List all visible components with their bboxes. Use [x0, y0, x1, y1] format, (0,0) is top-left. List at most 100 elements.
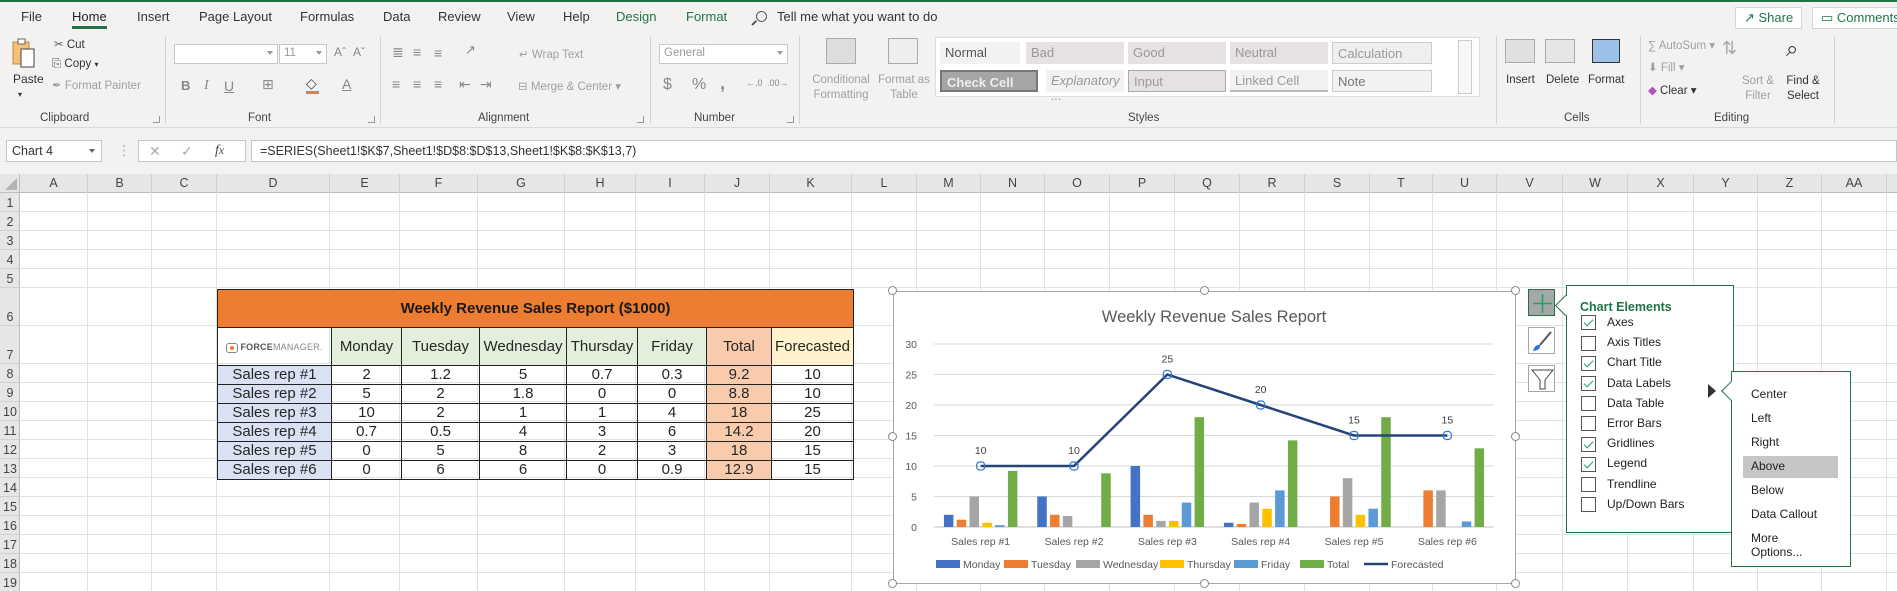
- report-title[interactable]: Weekly Revenue Sales Report ($1000): [217, 289, 854, 328]
- column-header-w[interactable]: W: [1563, 174, 1628, 193]
- column-header-j[interactable]: J: [705, 174, 770, 193]
- value-cell-tuesday[interactable]: 0.5: [401, 422, 480, 442]
- column-header-x[interactable]: X: [1628, 174, 1694, 193]
- column-header-n[interactable]: N: [981, 174, 1045, 193]
- align-bottom-icon[interactable]: ≡: [434, 45, 442, 61]
- checkbox-icon[interactable]: [1581, 497, 1596, 513]
- copy-button[interactable]: ⎘ Copy ▾: [52, 58, 98, 71]
- align-top-icon[interactable]: ≣: [392, 44, 404, 61]
- tab-view[interactable]: View: [507, 9, 535, 24]
- checkbox-icon[interactable]: [1581, 335, 1596, 351]
- percent-button[interactable]: %: [692, 76, 706, 94]
- value-cell-thursday[interactable]: 1: [566, 403, 638, 423]
- column-header-d[interactable]: D: [217, 174, 330, 193]
- clear-button[interactable]: ◆ Clear ▾: [1648, 83, 1697, 97]
- row-header-15[interactable]: 15: [0, 497, 20, 516]
- row-header-18[interactable]: 18: [0, 554, 20, 573]
- resize-handle[interactable]: [1511, 286, 1520, 295]
- value-cell-forecasted[interactable]: 20: [771, 422, 854, 442]
- row-header-9[interactable]: 9: [0, 383, 20, 402]
- value-cell-forecasted[interactable]: 10: [771, 384, 854, 404]
- data-label-option-below[interactable]: Below: [1743, 480, 1838, 502]
- delete-cells-button[interactable]: Delete: [1546, 74, 1579, 86]
- value-cell-monday[interactable]: 0.7: [331, 422, 402, 442]
- paste-button[interactable]: [12, 38, 36, 68]
- align-middle-icon[interactable]: ≡: [413, 44, 421, 60]
- conditional-formatting-button[interactable]: Conditional Formatting: [808, 73, 874, 103]
- value-cell-monday[interactable]: 10: [331, 403, 402, 423]
- share-button[interactable]: ↗ Share: [1735, 7, 1803, 29]
- font-launcher-icon[interactable]: [368, 116, 375, 123]
- checkbox-icon[interactable]: [1581, 416, 1596, 432]
- value-cell-tuesday[interactable]: 1.2: [401, 365, 480, 385]
- column-header-m[interactable]: M: [917, 174, 981, 193]
- column-header-t[interactable]: T: [1370, 174, 1433, 193]
- row-header-13[interactable]: 13: [0, 459, 20, 478]
- resize-handle[interactable]: [888, 286, 897, 295]
- resize-handle[interactable]: [1200, 286, 1209, 295]
- chart-element-gridlines[interactable]: Gridlines: [1581, 436, 1654, 456]
- tab-help[interactable]: Help: [563, 9, 590, 24]
- sales-rep-cell[interactable]: Sales rep #6: [217, 460, 332, 480]
- value-cell-total[interactable]: 8.8: [706, 384, 772, 404]
- sales-rep-cell[interactable]: Sales rep #2: [217, 384, 332, 404]
- row-header-11[interactable]: 11: [0, 421, 20, 440]
- value-cell-forecasted[interactable]: 15: [771, 441, 854, 461]
- name-box[interactable]: Chart 4: [6, 140, 102, 162]
- checkbox-icon[interactable]: [1581, 396, 1596, 412]
- value-cell-friday[interactable]: 0.3: [637, 365, 707, 385]
- column-header-b[interactable]: B: [88, 174, 152, 193]
- format-cells-icon[interactable]: [1592, 39, 1620, 63]
- column-header-y[interactable]: Y: [1694, 174, 1758, 193]
- row-header-10[interactable]: 10: [0, 402, 20, 421]
- tab-page-layout[interactable]: Page Layout: [199, 9, 272, 24]
- comma-button[interactable]: ,: [720, 73, 725, 94]
- fill-color-icon[interactable]: ◇: [306, 75, 317, 92]
- column-header-aa[interactable]: AA: [1822, 174, 1887, 193]
- value-cell-monday[interactable]: 5: [331, 384, 402, 404]
- chart-element-axes[interactable]: Axes: [1581, 315, 1634, 335]
- column-header-c[interactable]: C: [152, 174, 217, 193]
- tab-formulas[interactable]: Formulas: [300, 9, 354, 24]
- row-header-5[interactable]: 5: [0, 269, 20, 288]
- sales-rep-cell[interactable]: Sales rep #3: [217, 403, 332, 423]
- value-cell-wednesday[interactable]: 5: [479, 365, 567, 385]
- font-name-dropdown[interactable]: [174, 44, 278, 64]
- chart-element-data-labels[interactable]: Data Labels: [1581, 376, 1671, 396]
- format-painter-button[interactable]: ✒ Format Painter: [52, 78, 141, 92]
- number-launcher-icon[interactable]: [787, 116, 794, 123]
- value-cell-friday[interactable]: 4: [637, 403, 707, 423]
- value-cell-monday[interactable]: 0: [331, 460, 402, 480]
- checkbox-icon[interactable]: [1581, 315, 1596, 331]
- sort-filter-button[interactable]: Sort & Filter: [1740, 74, 1776, 104]
- find-icon[interactable]: ⌕: [1786, 36, 1798, 62]
- style-linked-cell[interactable]: Linked Cell: [1230, 70, 1328, 92]
- insert-cells-icon[interactable]: [1505, 39, 1535, 63]
- value-cell-total[interactable]: 18: [706, 441, 772, 461]
- value-cell-wednesday[interactable]: 4: [479, 422, 567, 442]
- row-header-16[interactable]: 16: [0, 516, 20, 535]
- value-cell-thursday[interactable]: 0: [566, 384, 638, 404]
- row-header-1[interactable]: 1: [0, 193, 20, 212]
- format-as-table-icon[interactable]: [888, 38, 918, 64]
- tab-file[interactable]: File: [21, 9, 42, 24]
- decrease-indent-icon[interactable]: ⇤: [459, 76, 471, 93]
- row-header-19[interactable]: 19: [0, 573, 20, 591]
- column-header-o[interactable]: O: [1045, 174, 1110, 193]
- row-header-14[interactable]: 14: [0, 478, 20, 497]
- wrap-text-button[interactable]: ↵ Wrap Text: [519, 47, 583, 61]
- decrease-font-icon[interactable]: Aˇ: [353, 45, 365, 59]
- tab-insert[interactable]: Insert: [137, 9, 170, 24]
- tab-design[interactable]: Design: [616, 9, 656, 24]
- column-header-q[interactable]: Q: [1175, 174, 1240, 193]
- row-header-2[interactable]: 2: [0, 212, 20, 231]
- checkbox-icon[interactable]: [1581, 436, 1596, 452]
- column-header-g[interactable]: G: [478, 174, 565, 193]
- value-cell-total[interactable]: 9.2: [706, 365, 772, 385]
- sales-rep-cell[interactable]: Sales rep #5: [217, 441, 332, 461]
- value-cell-tuesday[interactable]: 5: [401, 441, 480, 461]
- chart-filters-button[interactable]: [1528, 365, 1555, 392]
- header-tuesday[interactable]: Tuesday: [401, 327, 480, 366]
- underline-button[interactable]: U: [224, 78, 234, 94]
- column-header-z[interactable]: Z: [1758, 174, 1822, 193]
